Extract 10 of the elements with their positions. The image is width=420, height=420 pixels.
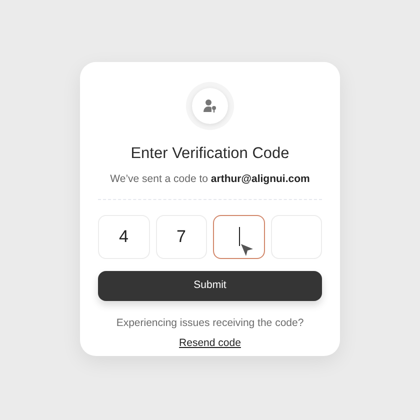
title: Enter Verification Code [130,145,290,164]
subtitle: We’ve sent a code to arthur@alignui.com [110,172,310,187]
cursor-icon [240,243,254,258]
help-text: Experiencing issues receiving the code? [116,316,304,332]
code-digit-field[interactable] [213,215,264,260]
user-key-icon [192,88,228,124]
code-digit-field[interactable]: 7 [156,215,207,260]
resend-link[interactable]: Resend code [179,336,241,352]
code-digit-field[interactable]: 4 [98,215,150,260]
submit-button[interactable]: Submit [98,271,322,302]
